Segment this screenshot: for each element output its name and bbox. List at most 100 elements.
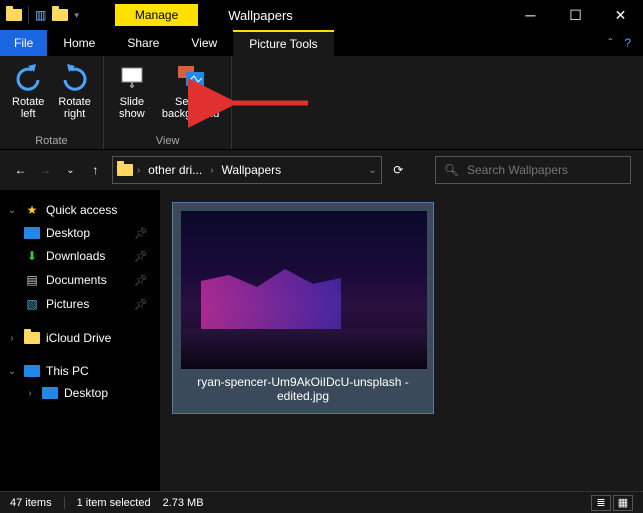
minimize-button[interactable]: ─	[508, 0, 553, 30]
sidebar-item-this-pc[interactable]: ⌄ This PC	[0, 360, 160, 382]
address-row: ← → ⌄ ↑ › other dri... › Wallpapers ⌄ ⟳ …	[0, 150, 643, 190]
quick-access-toolbar: ▥ ▾	[28, 6, 85, 24]
search-icon: 🔍︎	[444, 163, 459, 177]
expand-icon[interactable]: ›	[24, 388, 36, 399]
context-tab-manage[interactable]: Manage	[115, 4, 198, 26]
address-folder-icon	[117, 164, 133, 176]
download-icon: ⬇	[24, 248, 40, 264]
annotation-arrow	[218, 88, 318, 121]
document-icon: ▤	[24, 272, 40, 288]
rotate-left-icon	[12, 62, 44, 94]
refresh-button[interactable]: ⟳	[390, 158, 407, 182]
sidebar-label: Desktop	[46, 226, 90, 240]
chevron-right-icon[interactable]: ›	[210, 165, 213, 176]
details-view-button[interactable]: ≣	[591, 495, 611, 511]
collapse-icon[interactable]: ⌄	[6, 366, 18, 377]
sidebar-item-desktop[interactable]: Desktop 📌︎	[0, 222, 160, 244]
sidebar-label: This PC	[46, 364, 89, 378]
status-selection: 1 item selected	[77, 497, 151, 509]
status-item-count: 47 items	[10, 497, 52, 509]
slideshow-label: Slide show	[119, 96, 145, 120]
file-list[interactable]: ryan-spencer-Um9AkOiIDcU-unsplash - edit…	[160, 190, 643, 491]
pin-icon: 📌︎	[134, 227, 154, 240]
ribbon-group-rotate: Rotate left Rotate right Rotate	[0, 56, 104, 149]
pin-icon: 📌︎	[134, 298, 154, 311]
view-switcher: ≣ ▦	[591, 495, 633, 511]
titlebar-icons	[0, 9, 28, 21]
pc-icon	[24, 365, 40, 377]
maximize-button[interactable]: ☐	[553, 0, 598, 30]
file-name: ryan-spencer-Um9AkOiIDcU-unsplash - edit…	[181, 369, 425, 405]
app-icon	[6, 9, 22, 21]
open-folder-icon[interactable]	[52, 9, 68, 21]
pin-icon: 📌︎	[134, 274, 154, 287]
sidebar-item-downloads[interactable]: ⬇ Downloads 📌︎	[0, 244, 160, 268]
window-title: Wallpapers	[228, 8, 293, 23]
sidebar-label: Downloads	[46, 249, 105, 263]
breadcrumb-1[interactable]: other dri...	[144, 163, 206, 177]
search-input[interactable]	[467, 163, 622, 177]
sidebar-label: Pictures	[46, 297, 89, 311]
view-group-label: View	[110, 133, 226, 147]
address-bar[interactable]: › other dri... › Wallpapers ⌄	[112, 156, 382, 184]
recent-dropdown-icon[interactable]: ⌄	[62, 158, 79, 182]
properties-icon[interactable]: ▥	[35, 8, 46, 22]
rotate-right-button[interactable]: Rotate right	[52, 60, 96, 133]
sidebar-label: Desktop	[64, 386, 108, 400]
file-item-selected[interactable]: ryan-spencer-Um9AkOiIDcU-unsplash - edit…	[172, 202, 434, 414]
rotate-left-label: Rotate left	[12, 96, 44, 120]
expand-icon[interactable]: ›	[6, 333, 18, 344]
sidebar-item-icloud[interactable]: › iCloud Drive	[0, 326, 160, 350]
title-bar: ▥ ▾ Manage Wallpapers ─ ☐ ✕	[0, 0, 643, 30]
up-button[interactable]: ↑	[87, 158, 104, 182]
rotate-left-button[interactable]: Rotate left	[6, 60, 50, 133]
collapse-icon[interactable]: ⌄	[6, 205, 18, 216]
sidebar-item-documents[interactable]: ▤ Documents 📌︎	[0, 268, 160, 292]
pictures-icon: ▧	[24, 296, 40, 312]
set-as-background-button[interactable]: Set as background	[156, 60, 226, 133]
ribbon: Rotate left Rotate right Rotate Slide sh…	[0, 56, 643, 150]
chevron-right-icon[interactable]: ›	[137, 165, 140, 176]
sidebar-label: Documents	[46, 273, 107, 287]
close-button[interactable]: ✕	[598, 0, 643, 30]
sidebar-label: iCloud Drive	[46, 331, 111, 345]
rotate-group-label: Rotate	[6, 133, 97, 147]
collapse-ribbon-icon[interactable]: ˆ	[608, 36, 612, 50]
slideshow-button[interactable]: Slide show	[110, 60, 154, 133]
ribbon-group-view: Slide show Set as background View	[104, 56, 233, 149]
set-as-background-icon	[175, 62, 207, 94]
ribbon-right: ˆ ?	[596, 30, 643, 56]
sidebar-label: Quick access	[46, 203, 117, 217]
home-tab[interactable]: Home	[47, 30, 111, 56]
star-icon: ★	[24, 202, 40, 218]
sidebar-item-quick-access[interactable]: ⌄ ★ Quick access	[0, 198, 160, 222]
status-bar: 47 items 1 item selected 2.73 MB ≣ ▦	[0, 491, 643, 513]
status-size: 2.73 MB	[163, 497, 204, 509]
desktop-icon	[42, 387, 58, 399]
navigation-pane: ⌄ ★ Quick access Desktop 📌︎ ⬇ Downloads …	[0, 190, 160, 491]
folder-icon	[24, 330, 40, 346]
address-dropdown-icon[interactable]: ⌄	[368, 165, 376, 176]
rotate-right-icon	[59, 62, 91, 94]
breadcrumb-2[interactable]: Wallpapers	[218, 163, 286, 177]
share-tab[interactable]: Share	[111, 30, 175, 56]
sidebar-item-pictures[interactable]: ▧ Pictures 📌︎	[0, 292, 160, 316]
forward-button[interactable]: →	[37, 158, 54, 182]
file-tab[interactable]: File	[0, 30, 47, 56]
pin-icon: 📌︎	[134, 250, 154, 263]
qat-dropdown-icon[interactable]: ▾	[74, 10, 79, 21]
search-box[interactable]: 🔍︎	[435, 156, 631, 184]
window-buttons: ─ ☐ ✕	[508, 0, 643, 30]
back-button[interactable]: ←	[12, 158, 29, 182]
help-icon[interactable]: ?	[624, 36, 631, 50]
desktop-icon	[24, 227, 40, 239]
view-tab[interactable]: View	[175, 30, 233, 56]
explorer-body: ⌄ ★ Quick access Desktop 📌︎ ⬇ Downloads …	[0, 190, 643, 491]
thumbnails-view-button[interactable]: ▦	[613, 495, 633, 511]
set-as-background-label: Set as background	[162, 96, 220, 120]
slideshow-icon	[116, 62, 148, 94]
picture-tools-tab[interactable]: Picture Tools	[233, 30, 333, 56]
file-thumbnail	[181, 211, 427, 369]
sidebar-item-desktop-pc[interactable]: › Desktop	[0, 382, 160, 404]
separator	[64, 497, 65, 509]
